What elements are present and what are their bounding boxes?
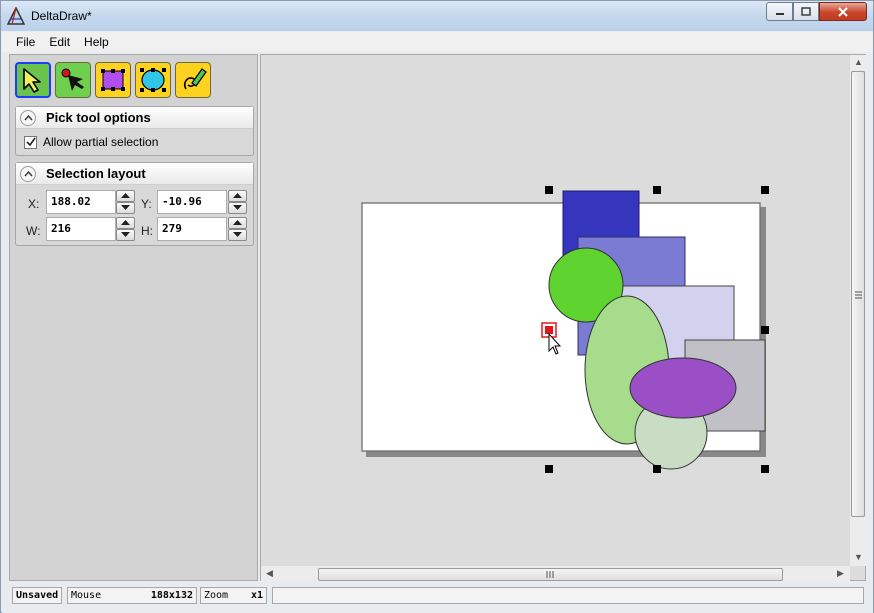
minimize-button[interactable] [766, 2, 793, 21]
menu-file[interactable]: File [2, 32, 42, 52]
save-status: Unsaved [12, 587, 62, 604]
scroll-up-arrow-icon[interactable]: ▲ [854, 57, 863, 67]
node-tool-button[interactable] [55, 62, 91, 98]
selection-handle[interactable] [545, 465, 553, 473]
up-arrow-icon [121, 193, 130, 198]
menu-help[interactable]: Help [77, 32, 116, 52]
x-label: X: [28, 197, 40, 211]
ellipse-tool-button[interactable] [135, 62, 171, 98]
spin-up-button[interactable] [228, 190, 247, 202]
maximize-icon [801, 7, 811, 16]
drawing-canvas[interactable] [260, 54, 866, 581]
pick-tool-options-group: Pick tool options Allow partial selectio… [15, 106, 254, 156]
mouse-position: Mouse 188x132 [67, 587, 197, 604]
x-field[interactable]: 188.02 [46, 190, 116, 214]
close-button[interactable] [819, 2, 867, 21]
zoom-label: Zoom [204, 590, 229, 601]
y-spinner [228, 190, 247, 214]
w-label: W: [26, 224, 41, 238]
title-bar[interactable]: DeltaDraw* [1, 1, 873, 31]
horizontal-scroll-thumb[interactable] [318, 568, 783, 581]
shape-purple-ellipse[interactable] [629, 357, 737, 419]
down-arrow-icon [121, 232, 130, 237]
save-status-text: Unsaved [16, 590, 59, 601]
grip-icon [546, 571, 554, 578]
spin-down-button[interactable] [116, 202, 135, 214]
vertical-scroll-thumb[interactable] [851, 71, 865, 517]
maximize-button[interactable] [793, 2, 819, 21]
collapse-chevron-icon[interactable] [20, 110, 36, 126]
menu-edit[interactable]: Edit [42, 32, 77, 52]
active-selection-handle-fill [545, 326, 553, 334]
menu-bar: File Edit Help [2, 32, 873, 52]
h-field[interactable]: 279 [157, 217, 227, 241]
allow-partial-selection-label: Allow partial selection [43, 135, 159, 149]
grip-icon [855, 291, 862, 299]
y-field[interactable]: -10.96 [157, 190, 227, 214]
scroll-left-arrow-icon[interactable]: ◀ [266, 568, 273, 579]
deltadraw-logo-icon [7, 7, 25, 25]
down-arrow-icon [233, 232, 242, 237]
window-title: DeltaDraw* [31, 9, 92, 23]
selection-handle[interactable] [761, 326, 769, 334]
down-arrow-icon [121, 205, 130, 210]
w-field[interactable]: 216 [46, 217, 116, 241]
status-bar: Unsaved Mouse 188x132 Zoom x1 [2, 584, 873, 613]
spin-down-button[interactable] [116, 229, 135, 241]
down-arrow-icon [233, 205, 242, 210]
app-window: DeltaDraw* File Edit Help Pick tool opti… [0, 0, 874, 613]
selection-handle[interactable] [761, 186, 769, 194]
selection-handle[interactable] [653, 186, 661, 194]
spin-up-button[interactable] [116, 190, 135, 202]
up-arrow-icon [121, 220, 130, 225]
selection-layout-title: Selection layout [46, 166, 146, 181]
zoom-level: Zoom x1 [200, 587, 267, 604]
w-spinner [116, 217, 135, 241]
pen-icon [183, 68, 207, 90]
allow-partial-selection-checkbox[interactable] [24, 135, 37, 149]
checkmark-icon [25, 137, 36, 147]
tool-panel: Pick tool options Allow partial selectio… [9, 54, 258, 581]
ellipse-icon [140, 68, 166, 92]
rectangle-icon [101, 69, 125, 91]
scroll-down-arrow-icon[interactable]: ▼ [854, 552, 863, 562]
pen-tool-button[interactable] [175, 62, 211, 98]
collapse-chevron-icon[interactable] [20, 166, 36, 182]
close-icon [838, 6, 848, 17]
scroll-right-arrow-icon[interactable]: ▶ [837, 568, 844, 579]
selection-layout-group: Selection layout X: 188.02 Y: -10.96 W: … [15, 162, 254, 246]
pick-tool-button[interactable] [15, 62, 51, 98]
h-spinner [228, 217, 247, 241]
pick-tool-options-title: Pick tool options [46, 110, 151, 125]
spin-up-button[interactable] [228, 217, 247, 229]
selection-handle[interactable] [545, 186, 553, 194]
mouse-label: Mouse [71, 590, 102, 601]
y-label: Y: [141, 197, 152, 211]
zoom-value: x1 [250, 590, 263, 601]
spin-up-button[interactable] [116, 217, 135, 229]
selection-layout-header[interactable]: Selection layout [16, 163, 253, 185]
minimize-icon [775, 12, 784, 15]
node-pointer-icon [61, 68, 84, 91]
rectangle-tool-button[interactable] [95, 62, 131, 98]
h-label: H: [141, 224, 153, 238]
x-spinner [116, 190, 135, 214]
spin-down-button[interactable] [228, 229, 247, 241]
tool-toolbar [15, 62, 211, 98]
selection-handle[interactable] [653, 465, 661, 473]
horizontal-scrollbar[interactable]: ◀ ▶ [261, 566, 850, 582]
canvas-svg[interactable] [261, 55, 865, 566]
spin-down-button[interactable] [228, 202, 247, 214]
allow-partial-selection-row[interactable]: Allow partial selection [24, 135, 158, 149]
vertical-scrollbar[interactable]: ▲ ▼ [850, 55, 866, 566]
up-arrow-icon [233, 193, 242, 198]
pick-tool-options-header[interactable]: Pick tool options [16, 107, 253, 129]
selection-handle[interactable] [761, 465, 769, 473]
pick-arrow-icon [23, 68, 41, 93]
status-message [272, 587, 864, 604]
up-arrow-icon [233, 220, 242, 225]
mouse-value: 188x132 [150, 590, 193, 601]
